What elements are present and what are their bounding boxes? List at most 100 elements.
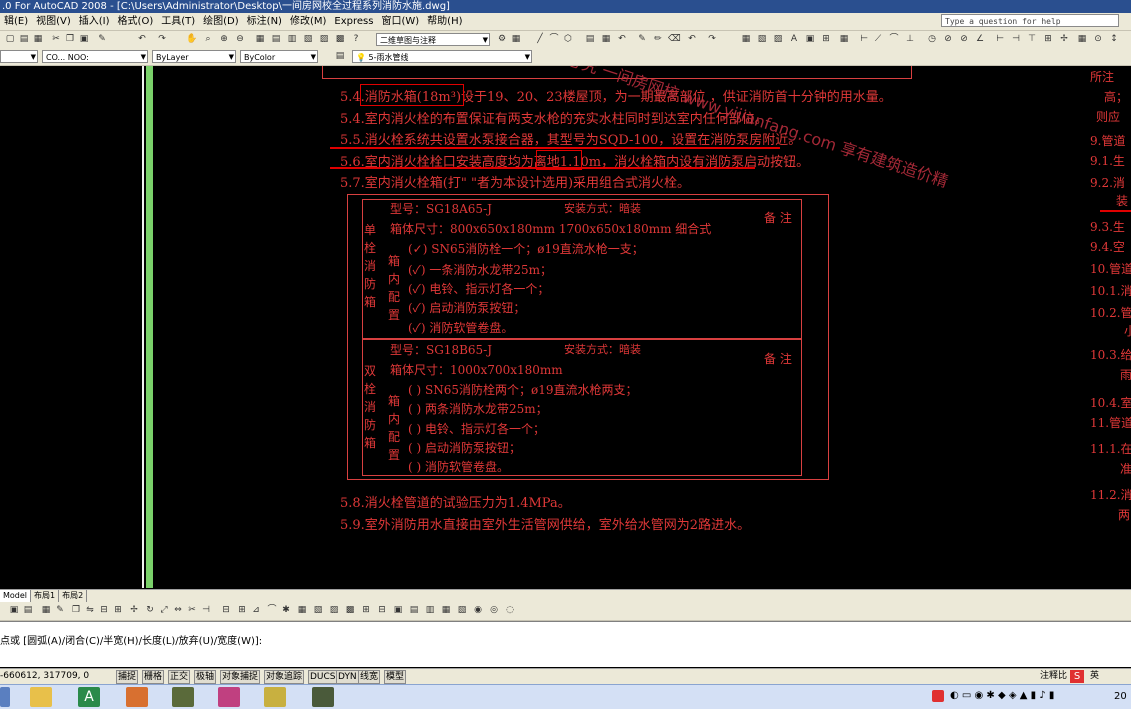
tab-model[interactable]: Model: [0, 590, 32, 602]
menu-tools[interactable]: 工具(T): [157, 13, 199, 30]
continue-icon[interactable]: ⊤: [1026, 33, 1038, 45]
baseline-icon[interactable]: ⊣: [1010, 33, 1022, 45]
menu-express[interactable]: Express: [330, 13, 377, 30]
pencil-icon[interactable]: ✏: [652, 33, 664, 45]
tool-m-icon[interactable]: ◎: [488, 604, 500, 616]
zoom-previous-icon[interactable]: ⊖: [234, 33, 246, 45]
undo-icon[interactable]: ↶: [136, 33, 148, 45]
tool-n-icon[interactable]: ◌: [504, 604, 516, 616]
match-prop-icon[interactable]: ✎: [96, 33, 108, 45]
scale-icon[interactable]: ⤢: [158, 604, 170, 616]
dim-style-icon[interactable]: ↕: [1108, 33, 1120, 45]
dim-linear-icon[interactable]: ⊢: [858, 33, 870, 45]
annotation-scale[interactable]: 注释比: [1040, 669, 1067, 684]
snap-toggle[interactable]: 捕捉: [116, 670, 139, 684]
join-icon[interactable]: ⊞: [236, 604, 248, 616]
sogou-ime-icon[interactable]: S: [1070, 670, 1084, 683]
tool-d-icon[interactable]: ▩: [344, 604, 356, 616]
fillet-icon[interactable]: ⌒: [266, 604, 278, 616]
notes-icon[interactable]: [264, 687, 286, 707]
dyn-toggle[interactable]: DYN: [336, 670, 359, 684]
workspace-save-icon[interactable]: ▦: [510, 33, 522, 45]
offset-icon[interactable]: ⊟: [98, 604, 110, 616]
dim-diameter-icon[interactable]: ⊘: [958, 33, 970, 45]
text-icon[interactable]: A: [788, 33, 800, 45]
mirror-icon[interactable]: ⇋: [84, 604, 96, 616]
dim-edit-icon[interactable]: ▦: [1076, 33, 1088, 45]
erase-icon[interactable]: ✎: [54, 604, 66, 616]
dim-update-icon[interactable]: ⊙: [1092, 33, 1104, 45]
tab-layout1[interactable]: 布局1: [31, 590, 60, 602]
save2-icon[interactable]: ▦: [838, 33, 850, 45]
tolerance-icon[interactable]: ⊞: [1042, 33, 1054, 45]
menu-insert[interactable]: 插入(I): [75, 13, 114, 30]
command-line-area[interactable]: 点或 [圆弧(A)/闭合(C)/半宽(H)/长度(L)/放弃(U)/宽度(W)]…: [0, 621, 1131, 667]
tool-palettes-icon[interactable]: ▥: [286, 33, 298, 45]
copy-obj-icon[interactable]: ❐: [70, 604, 82, 616]
cad-icon-2[interactable]: [312, 687, 334, 707]
tool-l-icon[interactable]: ◉: [472, 604, 484, 616]
line-icon[interactable]: ╱: [534, 33, 546, 45]
lineweight-toggle[interactable]: 线宽: [358, 670, 381, 684]
pick-icon[interactable]: ▦: [40, 604, 52, 616]
model-toggle[interactable]: 模型: [384, 670, 407, 684]
brush-icon[interactable]: ✎: [636, 33, 648, 45]
extend-icon[interactable]: ⊣: [200, 604, 212, 616]
dim-jogged-icon[interactable]: ⊘: [942, 33, 954, 45]
help-search-input[interactable]: Type a question for help: [941, 14, 1119, 27]
dim-aligned-icon[interactable]: ⟋: [872, 33, 884, 45]
app-a-icon[interactable]: A: [78, 687, 100, 707]
otrack-toggle[interactable]: 对象追踪: [264, 670, 305, 684]
ortho-toggle[interactable]: 正交: [168, 670, 191, 684]
trim-icon[interactable]: ✂: [186, 604, 198, 616]
zoom-window-icon[interactable]: ⊕: [218, 33, 230, 45]
cad-icon-1[interactable]: [172, 687, 194, 707]
layer-select[interactable]: 💡 5-雨水管线 ▼: [352, 50, 532, 63]
menu-draw[interactable]: 绘图(D): [199, 13, 243, 30]
workspace-select[interactable]: 二维草图与注释 ▼: [376, 33, 490, 46]
paste-clip-icon[interactable]: ▤: [22, 604, 34, 616]
properties-icon[interactable]: ▦: [254, 33, 266, 45]
tab-layout2[interactable]: 布局2: [59, 590, 88, 602]
menu-view[interactable]: 视图(V): [32, 13, 75, 30]
tool-f-icon[interactable]: ⊟: [376, 604, 388, 616]
insert-icon[interactable]: ⊞: [820, 33, 832, 45]
dim-arc-icon[interactable]: ⌒: [888, 33, 900, 45]
dim-ordinate-icon[interactable]: ⊥: [904, 33, 916, 45]
array-icon[interactable]: ⊞: [112, 604, 124, 616]
region-icon[interactable]: ▨: [772, 33, 784, 45]
tool-i-icon[interactable]: ▥: [424, 604, 436, 616]
dim-angular-icon[interactable]: ∠: [974, 33, 986, 45]
layer-previous-icon[interactable]: ↶: [616, 33, 628, 45]
markup-icon[interactable]: ▨: [318, 33, 330, 45]
calc-icon[interactable]: ▩: [334, 33, 346, 45]
tool-e-icon[interactable]: ⊞: [360, 604, 372, 616]
new-icon[interactable]: ▢: [4, 33, 16, 45]
stretch-icon[interactable]: ⇔: [172, 604, 184, 616]
move-icon[interactable]: ✢: [128, 604, 140, 616]
layer-state-icon[interactable]: ▦: [600, 33, 612, 45]
sogou-tray-icon[interactable]: [932, 690, 944, 702]
copy-icon[interactable]: ❐: [64, 33, 76, 45]
explode-icon[interactable]: ✱: [280, 604, 292, 616]
zoom-realtime-icon[interactable]: ⌕: [202, 33, 214, 45]
tool-b-icon[interactable]: ▧: [312, 604, 324, 616]
tray-icons[interactable]: ◐ ▭ ◉ ✱ ◆ ◈ ▲ ▮ ♪ ▮: [950, 690, 1054, 701]
menu-edit[interactable]: 辑(E): [0, 13, 32, 30]
undo2-icon[interactable]: ↶: [686, 33, 698, 45]
tool-h-icon[interactable]: ▤: [408, 604, 420, 616]
polar-toggle[interactable]: 极轴: [194, 670, 217, 684]
sheet-set-icon[interactable]: ▧: [302, 33, 314, 45]
color-select[interactable]: ByColor ▼: [240, 50, 318, 63]
help-icon[interactable]: ?: [350, 33, 362, 45]
redo-icon[interactable]: ↷: [156, 33, 168, 45]
table-icon[interactable]: ▦: [740, 33, 752, 45]
layer-manager-icon[interactable]: ▤: [334, 50, 346, 62]
tool-g-icon[interactable]: ▣: [392, 604, 404, 616]
menu-window[interactable]: 窗口(W): [377, 13, 423, 30]
menu-modify[interactable]: 修改(M): [286, 13, 330, 30]
drawing-canvas[interactable]: 5.4.消防水箱(18m³)设于19、20、23楼屋顶，为一期最高部位 ，供证消…: [0, 66, 1131, 588]
design-center-icon[interactable]: ▤: [270, 33, 282, 45]
workspace-settings-icon[interactable]: ⚙: [496, 33, 508, 45]
pan-icon[interactable]: ✋: [186, 33, 198, 45]
